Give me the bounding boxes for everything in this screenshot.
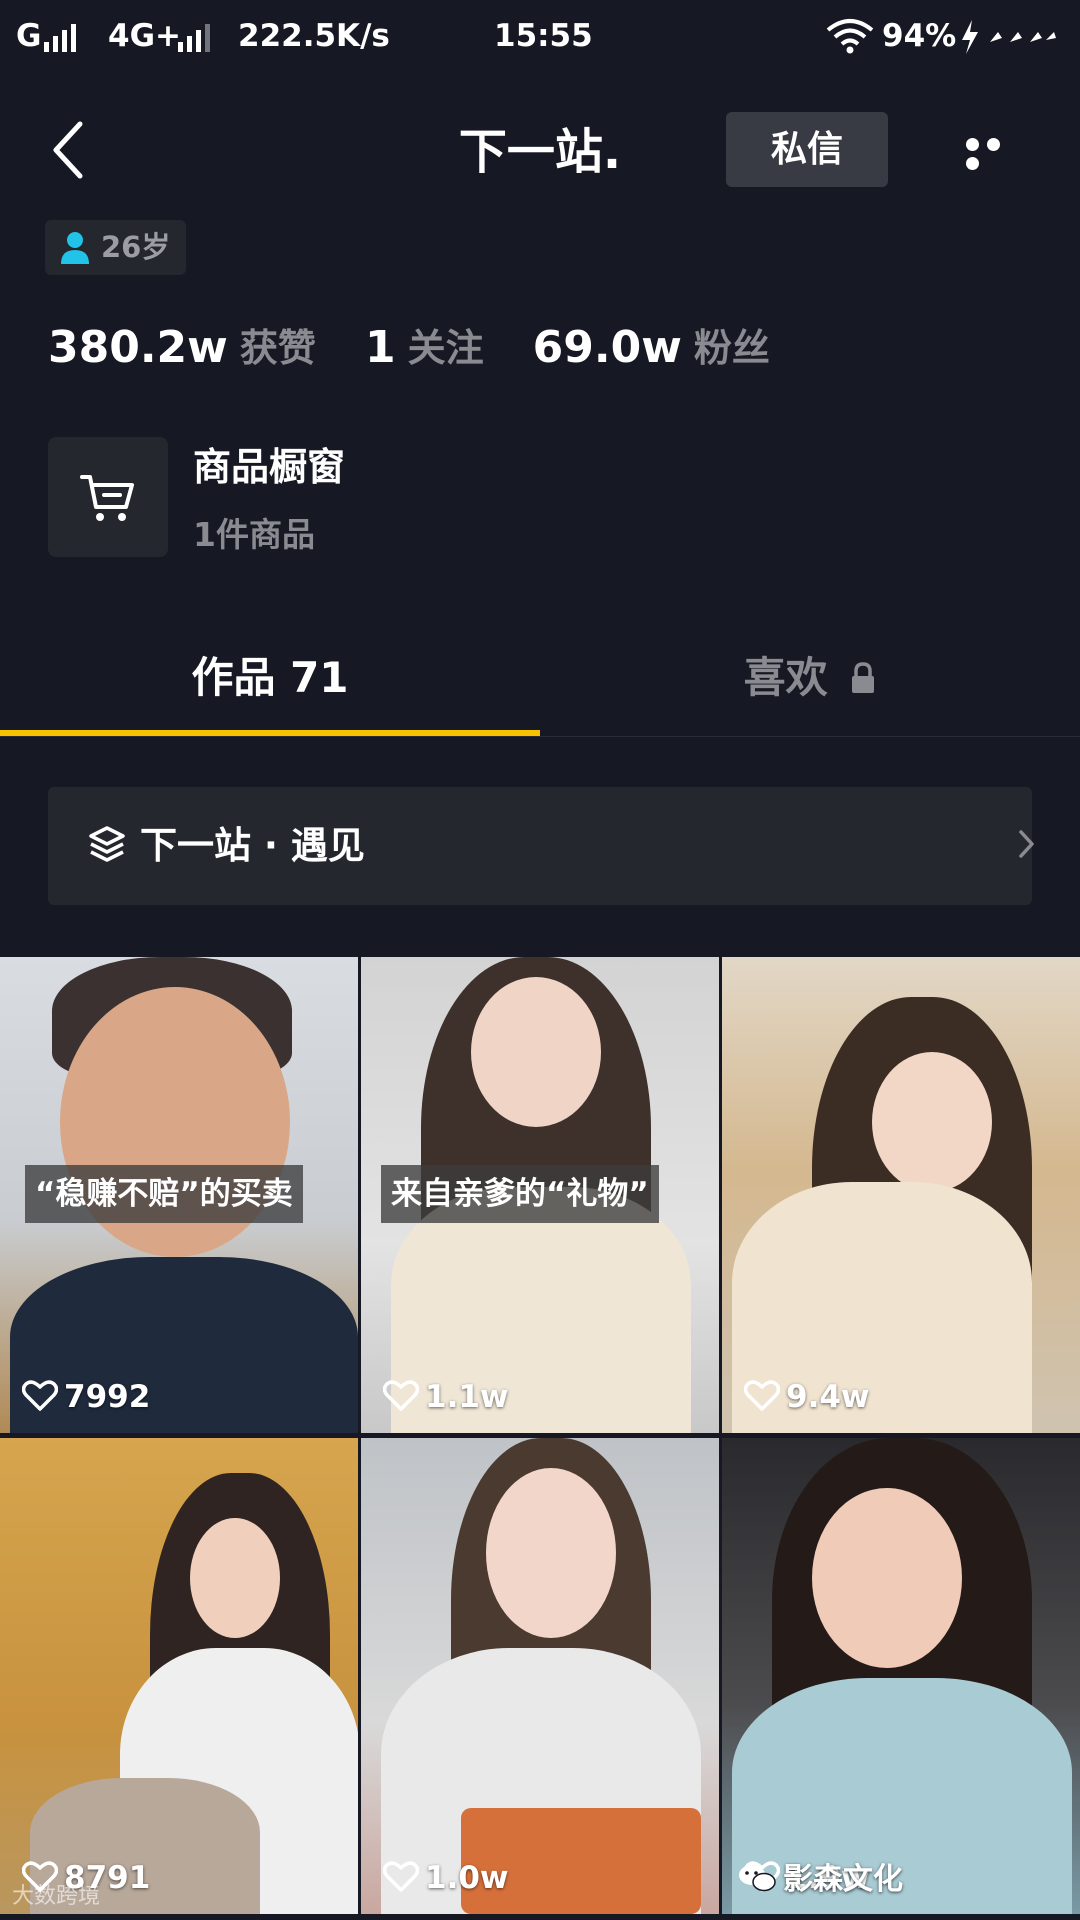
stat-followers-label: 粉丝 [693, 326, 770, 370]
layers-icon [89, 826, 125, 862]
video-caption: 来自亲爹的“礼物” [381, 1165, 659, 1223]
video-likes: 1.1w [382, 1375, 509, 1419]
video-likes: 9.4w [743, 1375, 870, 1419]
status-bar: G 4G+ 222.5K/s 15:55 94% [0, 0, 1080, 75]
tab-likes[interactable]: 喜欢 [540, 648, 1080, 708]
chevron-right-icon [1019, 830, 1034, 858]
user-icon [61, 232, 89, 264]
heart-icon [382, 1379, 420, 1411]
video-thumbnail[interactable]: 8791 [0, 1438, 358, 1914]
tab-works[interactable]: 作品 71 [0, 648, 540, 708]
stat-following-value: 1 [364, 322, 396, 373]
wifi-icon [826, 19, 874, 54]
stat-followers-value: 69.0w [532, 322, 682, 373]
video-likes: 1.0w [382, 1856, 509, 1900]
video-likes: 7992 [21, 1375, 151, 1419]
more-icon[interactable] [966, 136, 1026, 170]
stat-likes-value: 380.2w [48, 322, 228, 373]
page-title: 下一站. [458, 124, 622, 180]
age-label: 26岁 [101, 230, 171, 264]
charging-icon [962, 20, 978, 54]
video-grid: “稳赚不赔”的买卖 7992 来自亲爹的“礼物” 1.1w 9.4w 8791 [0, 957, 1080, 1920]
shop-window-button[interactable] [48, 437, 168, 557]
collection-label: 下一站 · 遇见 [140, 824, 365, 867]
notification-icons [990, 32, 1056, 42]
tab-divider [0, 736, 1080, 737]
shop-window-count: 1件商品 [193, 515, 315, 554]
video-thumbnail[interactable]: “稳赚不赔”的买卖 7992 [0, 957, 358, 1433]
video-thumbnail[interactable]: 来自亲爹的“礼物” 1.1w [361, 957, 719, 1433]
video-likes-count: 1.0w [425, 1860, 509, 1896]
tab-likes-label: 喜欢 [743, 653, 828, 702]
heart-icon [743, 1379, 781, 1411]
watermark-bottom-right-text: 影森文化 [783, 1862, 903, 1897]
message-button[interactable]: 私信 [726, 112, 888, 187]
stat-followers[interactable]: 69.0w 粉丝 [533, 318, 770, 378]
video-likes-count: 9.4w [786, 1379, 870, 1415]
watermark-bottom-right: 影森文化 [737, 1858, 903, 1902]
profile-stats: 380.2w 获赞 1 关注 69.0w 粉丝 [48, 318, 770, 378]
video-likes-count: 1.1w [425, 1379, 509, 1415]
signal-icon [44, 24, 80, 52]
network-label: 4G+ [108, 18, 181, 54]
shop-window-title[interactable]: 商品橱窗 [193, 442, 345, 492]
wechat-icon [739, 1864, 776, 1891]
watermark-bottom-left: 大数跨境 [12, 1884, 101, 1909]
video-thumbnail[interactable]: 1.0w [361, 1438, 719, 1914]
lock-icon [852, 661, 875, 693]
video-thumbnail[interactable]: 9.4w [722, 957, 1080, 1433]
network-speed: 222.5K/s [238, 18, 390, 54]
heart-icon [382, 1860, 420, 1892]
carrier-label: G [16, 18, 42, 54]
stat-following[interactable]: 1 关注 [365, 318, 484, 378]
cart-icon [80, 475, 134, 521]
collection-row[interactable]: 下一站 · 遇见 [48, 787, 1034, 905]
clock: 15:55 [494, 18, 593, 54]
signal-icon-2 [178, 24, 214, 52]
stat-likes[interactable]: 380.2w 获赞 [48, 318, 316, 378]
stat-following-label: 关注 [407, 326, 484, 370]
video-likes-count: 7992 [64, 1379, 151, 1415]
video-caption: “稳赚不赔”的买卖 [25, 1165, 303, 1223]
heart-icon [21, 1379, 59, 1411]
stat-likes-label: 获赞 [239, 326, 316, 370]
age-tag: 26岁 [45, 220, 186, 275]
video-thumbnail[interactable]: 1.9w [722, 1438, 1080, 1914]
battery-label: 94% [882, 18, 957, 54]
